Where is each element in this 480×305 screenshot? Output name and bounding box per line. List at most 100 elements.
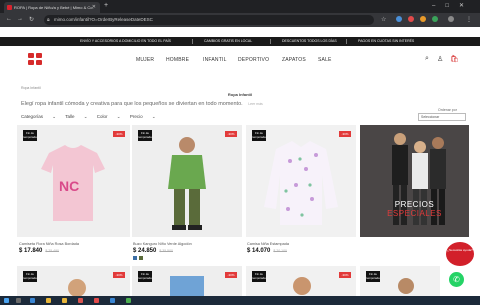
product-price: $ 24.850 $ 35.500 <box>133 248 173 254</box>
shirt-image <box>264 141 338 225</box>
discount-badge: -30% <box>113 131 125 137</box>
menu-item-sale[interactable]: SALE <box>318 57 332 63</box>
product-image[interactable]: Fin de temporada -30% <box>132 266 242 296</box>
star-icon[interactable]: ☆ <box>381 16 386 23</box>
page-title: Ropa Infantil <box>227 92 253 97</box>
product-price: $ 14.070 $ 20.100 <box>247 248 287 254</box>
tab-title: ROPA | Ropa de Niño/a y Bebé | Mimo & Co… <box>14 5 94 10</box>
order-select[interactable]: Seleccionar <box>418 113 466 121</box>
lock-icon: 🔒︎ <box>47 17 50 23</box>
search-icon[interactable]: ⌕ <box>425 55 429 63</box>
profile-icon[interactable] <box>448 16 454 22</box>
old-price: $ 35.500 <box>159 249 173 253</box>
extension-icon[interactable] <box>396 16 402 22</box>
current-price: $ 24.850 <box>133 248 157 254</box>
product-image[interactable]: Fin de temporada -30% <box>246 125 356 237</box>
extension-icon[interactable] <box>420 16 426 22</box>
product-name[interactable]: Camisa Niña Estampada <box>247 242 289 246</box>
menu-item-hombre[interactable]: HOMBRE <box>166 57 189 63</box>
product-name[interactable]: Camiseta Flora Niña Rosa Bordada <box>19 242 79 246</box>
old-price: $ 25.490 <box>45 249 59 253</box>
description-text: Elegí ropa infantil cómoda y creativa pa… <box>21 101 243 107</box>
extension-icon[interactable] <box>408 16 414 22</box>
url-text: mimo.com/infantil?O=OrderByReleaseDateDE… <box>54 17 153 22</box>
svg-text:NC: NC <box>59 178 79 194</box>
product-name[interactable]: Buzo Kanguro Niño Verde Algodón <box>133 242 192 246</box>
menu-item-infantil[interactable]: INFANTIL <box>203 57 227 63</box>
window-controls[interactable]: –□✕ <box>432 2 474 9</box>
promo-divider <box>192 39 193 44</box>
address-bar-row: ← → ↻ 🔒︎ mimo.com/infantil?O=OrderByRele… <box>0 13 480 27</box>
folder-icon[interactable] <box>62 298 67 303</box>
promo-item[interactable]: DESCUENTOS TODOS LOS DÍAS <box>282 37 337 46</box>
forward-icon[interactable]: → <box>17 16 23 22</box>
menu-item-mujer[interactable]: MUJER <box>136 57 154 63</box>
filter-precio[interactable]: Precio ⌄ <box>130 114 156 119</box>
product-image[interactable]: NC Fin de temporada -30% <box>17 125 130 237</box>
cart-icon[interactable]: 🛍︎ <box>450 55 459 63</box>
start-icon[interactable] <box>4 298 9 303</box>
filter-label: Categorías <box>21 114 44 119</box>
end-season-badge: Fin de temporada <box>23 130 37 141</box>
product-image[interactable]: Fin de temporada <box>360 266 440 296</box>
url-field[interactable]: 🔒︎ mimo.com/infantil?O=OrderByReleaseDat… <box>44 15 374 25</box>
os-taskbar <box>0 296 480 305</box>
chrome-icon[interactable] <box>94 298 99 303</box>
category-description: Elegí ropa infantil cómoda y creativa pa… <box>21 101 263 107</box>
discount-badge: -30% <box>225 272 237 278</box>
filter-color[interactable]: Color ⌄ <box>97 114 121 119</box>
app-icon[interactable] <box>126 298 131 303</box>
filter-categorias[interactable]: Categorías ⌄ <box>21 114 56 119</box>
help-chat-button[interactable]: ¿Necesitás ayuda? <box>446 242 474 266</box>
filter-label: Precio <box>129 114 143 119</box>
promo-item[interactable]: ENVÍO Y ACCESORIOS A DOMICILIO EN TODO E… <box>80 37 171 46</box>
promo-divider <box>346 39 347 44</box>
discount-badge: -30% <box>339 131 351 137</box>
menu-item-zapatos[interactable]: ZAPATOS <box>282 57 306 63</box>
back-icon[interactable]: ← <box>6 16 12 22</box>
banner-line1: PRECIOS <box>394 200 435 209</box>
product-price: $ 17.840 $ 25.490 <box>19 248 59 254</box>
promo-divider <box>270 39 271 44</box>
browser-tab[interactable]: ROPA | Ropa de Niño/a y Bebé | Mimo & Co… <box>4 2 100 13</box>
search-icon[interactable] <box>16 298 21 303</box>
breadcrumb[interactable]: Ropa Infantil <box>21 86 41 90</box>
end-season-badge: Fin de temporada <box>138 271 152 282</box>
filter-bar: Categorías ⌄ Talle ⌄ Color ⌄ Precio ⌄ <box>21 114 164 120</box>
color-swatch[interactable] <box>139 256 143 260</box>
brand-logo[interactable] <box>28 53 43 66</box>
filter-label: Talle <box>65 114 75 119</box>
app-icon[interactable] <box>78 298 83 303</box>
close-tab-icon[interactable]: ✕ <box>92 2 96 13</box>
end-season-badge: Fin de temporada <box>252 130 266 141</box>
read-more-link[interactable]: Leer más <box>248 102 263 106</box>
discount-badge: -30% <box>339 272 351 278</box>
tshirt-image: NC <box>41 145 105 221</box>
edge-icon[interactable] <box>30 298 35 303</box>
reload-icon[interactable]: ↻ <box>29 16 34 23</box>
product-image[interactable]: Fin de temporada -30% <box>246 266 356 296</box>
folder-icon[interactable] <box>46 298 51 303</box>
whatsapp-icon[interactable]: ✆ <box>449 272 464 287</box>
browser-tab-bar: ROPA | Ropa de Niño/a y Bebé | Mimo & Co… <box>0 0 480 13</box>
promo-item[interactable]: CAMBIOS GRATIS EN LOCAL <box>204 37 252 46</box>
color-swatch[interactable] <box>133 256 137 260</box>
extension-icon[interactable] <box>432 16 438 22</box>
promo-item[interactable]: PAGOS EN CUOTAS SIN INTERÉS <box>358 37 414 46</box>
order-value: Seleccionar <box>421 115 440 119</box>
new-tab-icon[interactable]: + <box>104 2 108 9</box>
user-icon[interactable]: ♙ <box>437 55 443 63</box>
end-season-badge: Fin de temporada <box>252 271 266 282</box>
filter-label: Color <box>96 114 108 119</box>
app-icon[interactable] <box>110 298 115 303</box>
end-season-badge: Fin de temporada <box>138 130 152 141</box>
old-price: $ 20.100 <box>273 249 287 253</box>
product-image[interactable]: Fin de temporada -30% <box>132 125 242 237</box>
filter-talle[interactable]: Talle ⌄ <box>65 114 87 119</box>
menu-item-deportivo[interactable]: DEPORTIVO <box>238 57 269 63</box>
order-label: Ordenar por <box>438 108 457 112</box>
end-season-badge: Fin de temporada <box>366 271 380 282</box>
menu-kebab-icon[interactable]: ⋮ <box>466 16 472 23</box>
promo-banner[interactable]: PRECIOS ESPECIALES <box>360 125 469 237</box>
product-image[interactable]: Fin de temporada -30% <box>17 266 130 296</box>
